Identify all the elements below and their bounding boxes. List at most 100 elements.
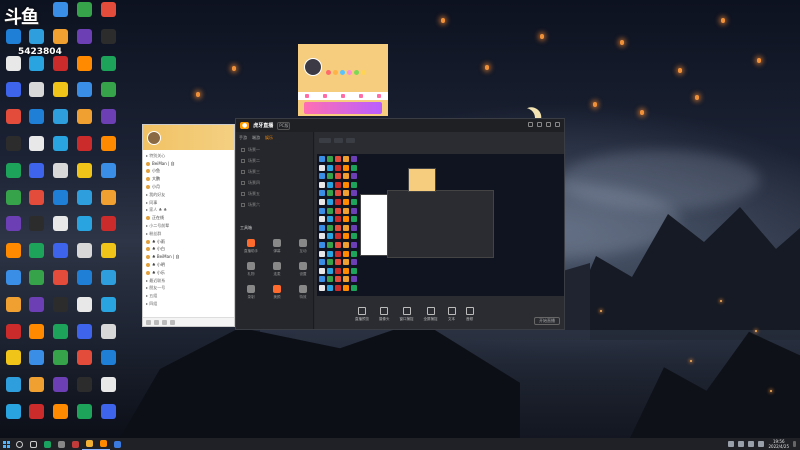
category-tab[interactable]: 娱乐 xyxy=(265,135,273,141)
desktop-shortcut[interactable] xyxy=(97,216,119,244)
contact-item[interactable]: ♣ BeiMan | 自 xyxy=(146,253,231,261)
tool-button[interactable]: 直播助手 xyxy=(240,239,262,254)
task-view-button[interactable] xyxy=(26,438,40,450)
desktop-shortcut[interactable] xyxy=(49,377,71,405)
desktop-shortcut[interactable] xyxy=(25,296,47,325)
clock[interactable]: 19:56 2022/4/25 xyxy=(768,439,789,449)
avatar[interactable] xyxy=(147,130,161,145)
taskbar-app[interactable] xyxy=(40,438,54,450)
desktop-shortcut[interactable] xyxy=(73,162,95,191)
desktop-shortcut[interactable] xyxy=(49,189,71,218)
settings-icon[interactable] xyxy=(528,122,533,127)
qq-contact-window[interactable]: ▸ 特别关心 BeiMan | 自小鱼 大鹏 小月 ▸ 我的好友 ▸ 同事 ▸ 家人 ♣ ♣… xyxy=(142,124,235,327)
desktop-shortcut[interactable] xyxy=(73,28,95,57)
taskbar-app[interactable] xyxy=(82,438,96,450)
desktop-shortcut[interactable] xyxy=(25,377,47,405)
desktop-shortcut[interactable] xyxy=(2,243,24,271)
tag[interactable] xyxy=(333,138,343,143)
title-bar[interactable]: ● 虎牙直播 PC版 xyxy=(236,119,564,132)
desktop-shortcut[interactable] xyxy=(25,270,47,298)
desktop-shortcut[interactable] xyxy=(73,189,95,218)
search-button[interactable] xyxy=(12,438,26,450)
desktop-shortcut[interactable] xyxy=(97,404,119,432)
desktop-shortcut[interactable] xyxy=(97,2,119,30)
scene-item[interactable]: 场景四 xyxy=(236,177,313,188)
desktop-shortcut[interactable] xyxy=(25,189,47,218)
desktop-shortcut[interactable] xyxy=(73,296,95,325)
contact-group[interactable]: ▸ 五组 xyxy=(146,292,231,300)
desktop-shortcut[interactable] xyxy=(49,162,71,191)
profile-banner[interactable] xyxy=(304,102,382,114)
desktop-shortcut[interactable] xyxy=(2,377,24,405)
desktop-shortcut[interactable] xyxy=(73,82,95,110)
menu-icon[interactable] xyxy=(146,319,151,325)
tool-button[interactable]: 录制 xyxy=(240,285,262,300)
start-button[interactable] xyxy=(0,438,12,450)
desktop-shortcut[interactable] xyxy=(2,82,24,110)
desktop-shortcut[interactable] xyxy=(49,323,71,352)
desktop-shortcut[interactable] xyxy=(97,296,119,325)
contact-item[interactable]: 大鹏 xyxy=(146,175,231,183)
taskbar-app[interactable] xyxy=(68,438,82,450)
desktop-shortcut[interactable] xyxy=(2,189,24,218)
maximize-icon[interactable] xyxy=(546,122,551,127)
desktop-shortcut[interactable] xyxy=(49,216,71,244)
desktop-shortcut[interactable] xyxy=(25,109,47,137)
settings-icon[interactable] xyxy=(154,319,159,325)
contact-group[interactable]: ▸ 我的好友 xyxy=(146,191,231,199)
desktop-shortcut[interactable] xyxy=(25,243,47,271)
contact-group[interactable]: ▸ 四组 xyxy=(146,300,231,308)
tag[interactable] xyxy=(345,138,355,143)
desktop-shortcut[interactable] xyxy=(73,377,95,405)
notification-icon[interactable] xyxy=(793,441,796,447)
file-icon[interactable] xyxy=(162,319,167,325)
volume-icon[interactable] xyxy=(748,441,755,447)
qq-profile-card[interactable] xyxy=(298,44,388,116)
desktop-shortcut[interactable] xyxy=(25,82,47,110)
desktop-shortcut[interactable] xyxy=(73,404,95,432)
minimize-icon[interactable] xyxy=(537,122,542,127)
desktop-shortcut[interactable] xyxy=(49,350,71,378)
contact-group[interactable]: ▸ 小二号前辈 xyxy=(146,222,231,230)
desktop-shortcut[interactable] xyxy=(25,55,47,84)
contact-item[interactable]: ♣ 小雨 xyxy=(146,238,231,246)
contact-item[interactable]: ♣ 小白 xyxy=(146,246,231,254)
desktop-shortcut[interactable] xyxy=(25,404,47,432)
mail-icon[interactable] xyxy=(170,319,175,325)
desktop-shortcut[interactable] xyxy=(25,162,47,191)
tool-button[interactable]: 礼物 xyxy=(240,262,262,277)
desktop-shortcut[interactable] xyxy=(73,136,95,164)
desktop-shortcut[interactable] xyxy=(97,28,119,57)
source-button[interactable]: 全屏捕捉 xyxy=(424,307,438,322)
live-preview-canvas[interactable] xyxy=(317,154,564,296)
ime-icon[interactable] xyxy=(758,441,765,447)
desktop-shortcut[interactable] xyxy=(25,350,47,378)
scene-item[interactable]: 场景一 xyxy=(236,144,313,155)
contact-group[interactable]: ▸ 朋友一号 xyxy=(146,285,231,293)
action-icon[interactable] xyxy=(341,94,345,98)
desktop-shortcut[interactable] xyxy=(73,243,95,271)
desktop-shortcut[interactable] xyxy=(73,270,95,298)
desktop-shortcut[interactable] xyxy=(97,82,119,110)
network-icon[interactable] xyxy=(738,441,745,447)
action-icon[interactable] xyxy=(323,94,327,98)
close-icon[interactable] xyxy=(555,122,560,127)
contact-group[interactable]: ▸ 粉丝群 xyxy=(146,230,231,238)
desktop-shortcut[interactable] xyxy=(97,350,119,378)
tool-button[interactable]: 美颜 xyxy=(266,285,288,300)
tool-button[interactable]: 设置 xyxy=(292,262,314,277)
desktop-shortcut[interactable] xyxy=(25,136,47,164)
desktop-shortcut[interactable] xyxy=(97,377,119,405)
huya-live-window[interactable]: ● 虎牙直播 PC版 手游 端游 娱乐 场景一 场景二 场景三 场景四 场景五 场景六 工具箱… xyxy=(235,118,565,330)
desktop-shortcut[interactable] xyxy=(97,189,119,218)
desktop-shortcut[interactable] xyxy=(97,136,119,164)
contact-item[interactable]: 小月 xyxy=(146,183,231,191)
contact-item[interactable]: 小鱼 xyxy=(146,168,231,176)
source-button[interactable]: 文本 xyxy=(447,307,456,322)
desktop-shortcut[interactable] xyxy=(2,404,24,432)
desktop-shortcut[interactable] xyxy=(73,2,95,30)
contact-item[interactable]: ♣ 小明 xyxy=(146,261,231,269)
desktop-shortcut[interactable] xyxy=(49,243,71,271)
source-button[interactable]: 摄像头 xyxy=(379,307,390,322)
desktop-shortcut[interactable] xyxy=(2,270,24,298)
